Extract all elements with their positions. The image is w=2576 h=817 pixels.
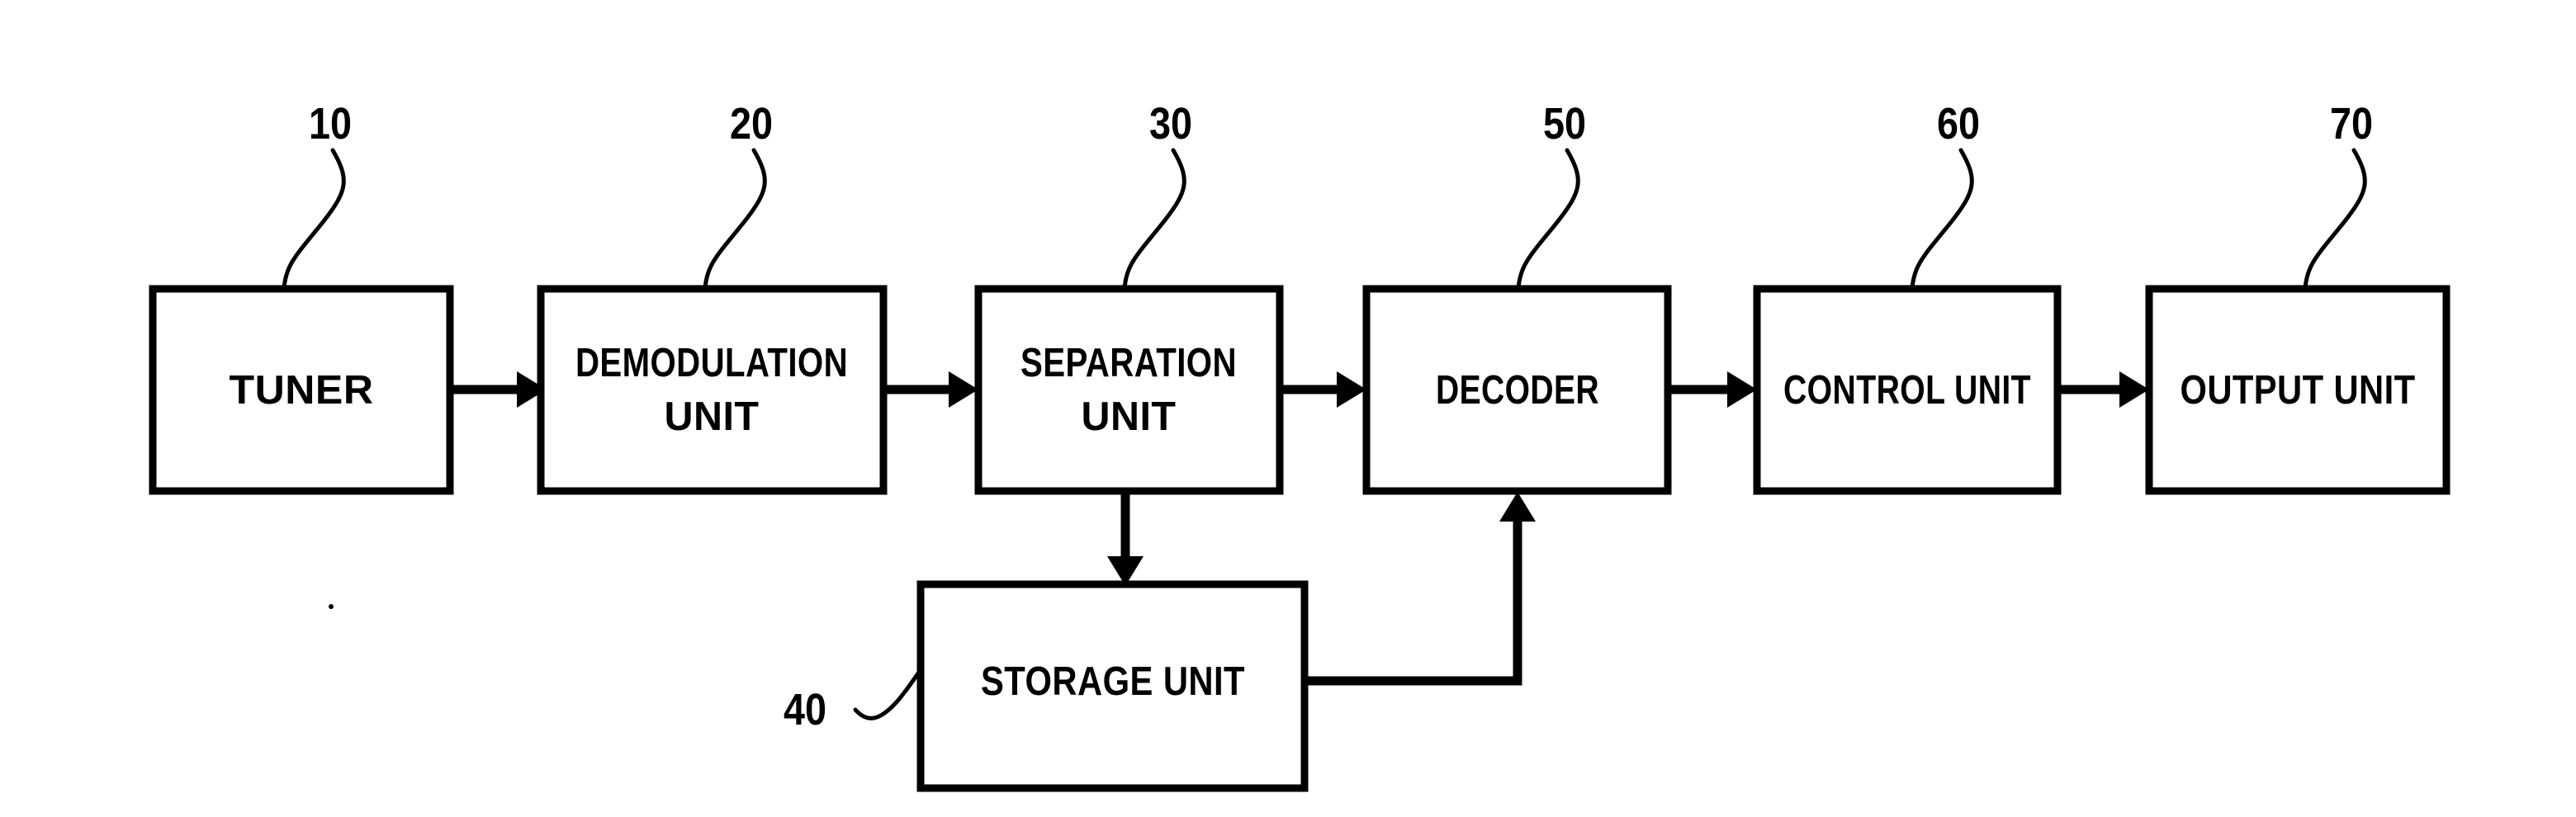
connector-demodulation-to-separation xyxy=(883,371,978,408)
block-diagram-figure: TUNER DEMODULATION UNIT SEPARATION UNIT … xyxy=(0,0,2576,817)
block-storage-unit[interactable]: STORAGE UNIT xyxy=(916,580,1309,792)
block-separation-unit[interactable]: SEPARATION UNIT xyxy=(974,285,1284,495)
block-decoder-label: DECODER xyxy=(1436,368,1599,413)
reference-numeral-10: 10 xyxy=(309,99,352,149)
connector-separation-to-decoder xyxy=(1280,371,1366,408)
connector-separation-to-storage xyxy=(1107,491,1144,586)
connector-storage-to-decoder xyxy=(1305,492,1536,686)
reference-numeral-30: 30 xyxy=(1149,99,1192,149)
block-output-unit-label: OUTPUT UNIT xyxy=(2181,368,2416,413)
block-control-unit[interactable]: CONTROL UNIT xyxy=(1753,285,2062,495)
block-decoder[interactable]: DECODER xyxy=(1362,285,1672,495)
block-tuner[interactable]: TUNER xyxy=(149,285,454,495)
leader-line-20 xyxy=(703,148,767,291)
block-demodulation-unit-label-line1: DEMODULATION xyxy=(575,341,848,385)
block-storage-unit-label: STORAGE UNIT xyxy=(981,659,1245,704)
blocks-group: TUNER DEMODULATION UNIT SEPARATION UNIT … xyxy=(149,285,2451,792)
reference-numeral-60: 60 xyxy=(1937,99,1980,149)
scan-speck xyxy=(329,604,334,609)
block-separation-unit-label-line2: UNIT xyxy=(1082,394,1177,439)
connector-tuner-to-demodulation xyxy=(450,371,547,408)
block-demodulation-unit-rect[interactable] xyxy=(537,285,888,495)
block-control-unit-label: CONTROL UNIT xyxy=(1783,368,2031,413)
reference-numeral-40: 40 xyxy=(784,685,826,734)
block-separation-unit-rect[interactable] xyxy=(974,285,1284,495)
reference-numeral-70: 70 xyxy=(2330,99,2373,149)
block-separation-unit-label-line1: SEPARATION xyxy=(1020,341,1237,385)
block-demodulation-unit[interactable]: DEMODULATION UNIT xyxy=(537,285,888,495)
block-output-unit[interactable]: OUTPUT UNIT xyxy=(2145,285,2451,495)
diagram-canvas: TUNER DEMODULATION UNIT SEPARATION UNIT … xyxy=(149,99,2451,792)
leader-line-50 xyxy=(1516,148,1580,291)
leader-line-30 xyxy=(1122,148,1186,291)
reference-numeral-50: 50 xyxy=(1543,99,1586,149)
reference-numeral-20: 20 xyxy=(730,99,773,149)
connector-decoder-to-control xyxy=(1668,371,1757,408)
connector-control-to-output xyxy=(2057,371,2149,408)
block-demodulation-unit-label-line2: UNIT xyxy=(665,394,760,439)
leader-line-40 xyxy=(853,668,923,720)
leader-line-10 xyxy=(282,148,346,291)
leader-line-60 xyxy=(1910,148,1974,291)
block-tuner-label: TUNER xyxy=(230,368,374,413)
leader-line-70 xyxy=(2303,148,2367,291)
